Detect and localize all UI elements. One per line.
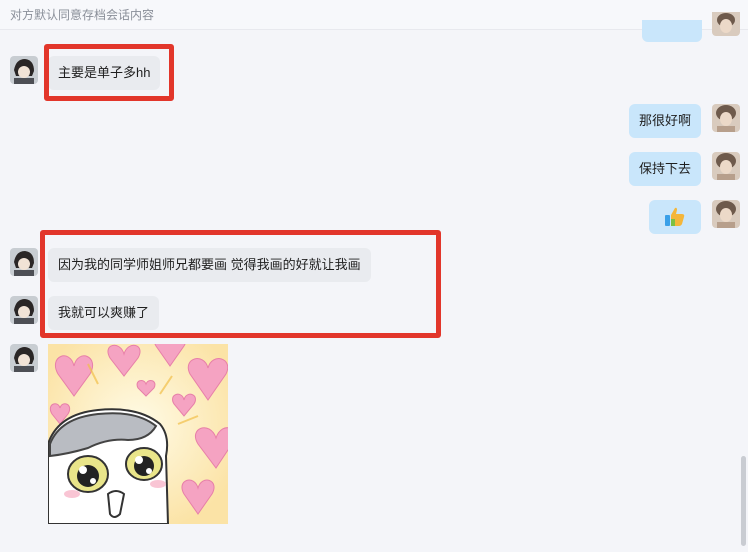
highlight-box [40, 230, 441, 338]
outgoing-message[interactable]: 保持下去 [629, 152, 702, 186]
highlight-box [44, 44, 174, 101]
previous-outgoing-bubble[interactable] [642, 20, 702, 42]
self-avatar[interactable] [712, 104, 740, 132]
archive-notice-bar: 对方默认同意存档会话内容 [0, 0, 748, 30]
self-avatar[interactable] [712, 152, 740, 180]
archive-notice-text: 对方默认同意存档会话内容 [10, 8, 155, 22]
contact-avatar[interactable] [10, 248, 38, 276]
self-avatar[interactable] [712, 200, 740, 228]
outgoing-emoji-message[interactable] [649, 200, 701, 234]
outgoing-message[interactable]: 那很好啊 [629, 104, 702, 138]
contact-avatar[interactable] [10, 56, 38, 84]
crying-cat-sticker[interactable] [48, 344, 228, 524]
self-avatar[interactable] [712, 12, 740, 36]
contact-avatar[interactable] [10, 296, 38, 324]
contact-avatar[interactable] [10, 344, 38, 372]
scrollbar-thumb[interactable] [741, 456, 746, 546]
thumbs-up-emoji-icon [665, 207, 685, 226]
